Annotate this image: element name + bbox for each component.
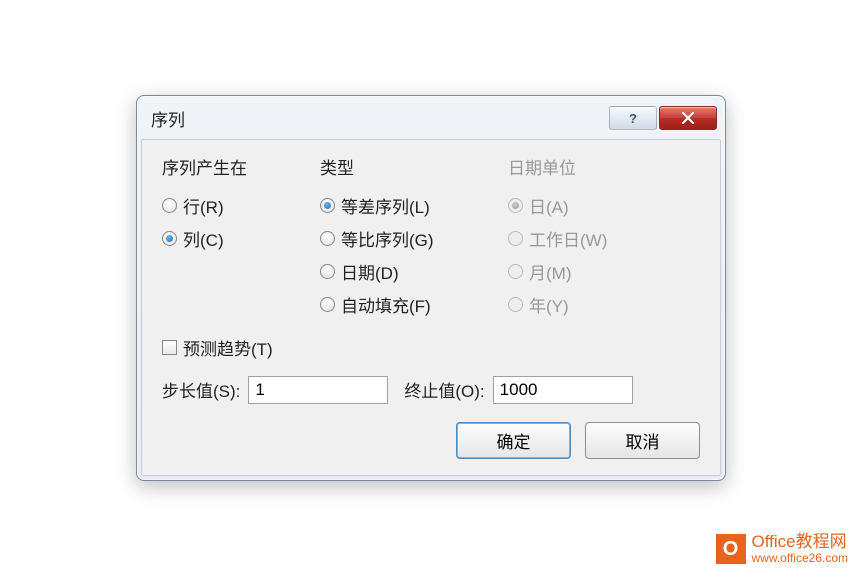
radio-month: 月(M) — [508, 255, 658, 288]
radio-label: 行(R) — [183, 193, 224, 218]
help-button[interactable]: ? — [609, 106, 657, 130]
trend-checkbox[interactable]: 预测趋势(T) — [162, 335, 700, 360]
radio-weekday: 工作日(W) — [508, 222, 658, 255]
dialog-title: 序列 — [151, 106, 185, 131]
radio-icon — [508, 297, 523, 312]
radio-autofill[interactable]: 自动填充(F) — [320, 288, 480, 321]
radio-columns[interactable]: 列(C) — [162, 222, 292, 255]
series-in-group: 序列产生在 行(R) 列(C) — [162, 154, 292, 321]
watermark-icon: O — [716, 534, 746, 564]
radio-label: 工作日(W) — [529, 226, 607, 251]
radio-linear[interactable]: 等差序列(L) — [320, 189, 480, 222]
step-input[interactable] — [248, 376, 388, 404]
radio-icon — [162, 231, 177, 246]
watermark: O Office教程网 www.office26.com — [716, 533, 849, 565]
cancel-button[interactable]: 取消 — [585, 422, 700, 459]
radio-icon — [162, 198, 177, 213]
radio-day: 日(A) — [508, 189, 658, 222]
radio-label: 月(M) — [529, 259, 571, 284]
radio-icon — [320, 198, 335, 213]
watermark-text: Office教程网 www.office26.com — [752, 533, 849, 565]
radio-label: 列(C) — [183, 226, 224, 251]
date-unit-header: 日期单位 — [508, 154, 658, 179]
checkbox-label: 预测趋势(T) — [183, 335, 273, 360]
radio-icon — [508, 231, 523, 246]
watermark-url: www.office26.com — [752, 552, 849, 565]
type-header: 类型 — [320, 154, 480, 179]
radio-label: 自动填充(F) — [341, 292, 431, 317]
titlebar: 序列 ? — [141, 100, 721, 139]
radio-year: 年(Y) — [508, 288, 658, 321]
dialog-content: 序列产生在 行(R) 列(C) 类型 等差序列(L) 等比序 — [141, 139, 721, 476]
radio-date[interactable]: 日期(D) — [320, 255, 480, 288]
date-unit-group: 日期单位 日(A) 工作日(W) 月(M) 年(Y) — [508, 154, 658, 321]
step-label: 步长值(S): — [162, 377, 240, 402]
radio-rows[interactable]: 行(R) — [162, 189, 292, 222]
radio-label: 日(A) — [529, 193, 569, 218]
radio-icon — [320, 231, 335, 246]
series-dialog: 序列 ? 序列产生在 行(R) 列(C) — [136, 95, 726, 481]
series-in-header: 序列产生在 — [162, 154, 292, 179]
titlebar-buttons: ? — [609, 106, 717, 130]
checkbox-icon — [162, 340, 177, 355]
options-columns: 序列产生在 行(R) 列(C) 类型 等差序列(L) 等比序 — [162, 154, 700, 321]
stop-input[interactable] — [493, 376, 633, 404]
value-row: 步长值(S): 终止值(O): — [162, 376, 700, 404]
radio-label: 等比序列(G) — [341, 226, 434, 251]
close-icon — [681, 112, 695, 124]
radio-icon — [320, 264, 335, 279]
radio-icon — [508, 264, 523, 279]
button-row: 确定 取消 — [162, 422, 700, 459]
watermark-title: Office教程网 — [752, 533, 849, 552]
radio-icon — [508, 198, 523, 213]
ok-button[interactable]: 确定 — [456, 422, 571, 459]
radio-growth[interactable]: 等比序列(G) — [320, 222, 480, 255]
close-button[interactable] — [659, 106, 717, 130]
radio-icon — [320, 297, 335, 312]
radio-label: 年(Y) — [529, 292, 569, 317]
stop-label: 终止值(O): — [404, 377, 484, 402]
help-icon: ? — [627, 111, 639, 125]
type-group: 类型 等差序列(L) 等比序列(G) 日期(D) 自动填充(F) — [320, 154, 480, 321]
svg-text:?: ? — [629, 111, 637, 125]
radio-label: 等差序列(L) — [341, 193, 430, 218]
radio-label: 日期(D) — [341, 259, 399, 284]
